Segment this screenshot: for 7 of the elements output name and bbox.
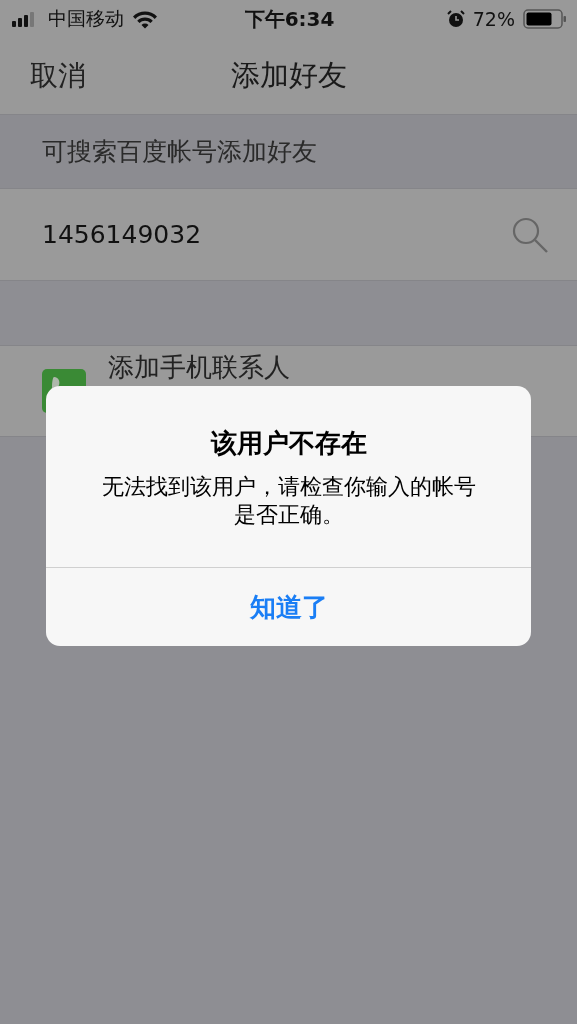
carrier-name: 中国移动	[48, 6, 124, 31]
alert-title: 该用户不存在	[210, 427, 367, 460]
nav-title: 添加好友	[230, 58, 347, 92]
battery-percent: 72%	[472, 8, 515, 30]
alert-message: 无法找到该用户，请检查你输入的帐号是否正确。	[100, 473, 477, 529]
contact-label: 添加手机联系人	[108, 350, 290, 384]
clock-time: 下午6:34	[244, 5, 335, 33]
